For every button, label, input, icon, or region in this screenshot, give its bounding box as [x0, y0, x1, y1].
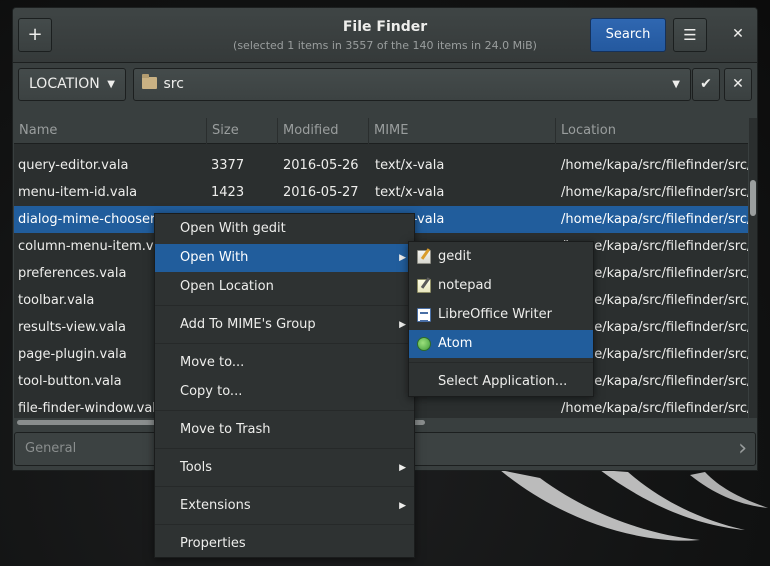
search-button[interactable]: Search — [590, 18, 666, 52]
submenu-item-libreoffice-writer[interactable]: LibreOffice Writer — [409, 301, 593, 329]
submenu-item-select-application[interactable]: Select Application... — [409, 368, 593, 396]
enable-filter-toggle[interactable]: ✔ — [692, 68, 720, 101]
column-header-modified[interactable]: Modified — [278, 118, 369, 144]
menu-item-move-to-trash[interactable]: Move to Trash — [155, 416, 414, 444]
submenu-arrow-icon: ▶ — [399, 501, 406, 511]
cell-modified: 2016-05-27 — [283, 185, 359, 200]
cell-name: menu-item-id.vala — [18, 185, 138, 200]
menu-item-label: Add To MIME's Group — [180, 317, 316, 332]
menu-item-move-to[interactable]: Move to... — [155, 349, 414, 377]
chevron-right-icon: › — [738, 436, 747, 461]
cell-location: /home/kapa/src/filefinder/src/ — [561, 212, 748, 227]
open-with-submenu: gedit notepad LibreOffice Writer Atom Se… — [408, 241, 594, 397]
column-header-size[interactable]: Size — [207, 118, 278, 144]
query-toolbar: LOCATION ▼ src ▼ ✔ ✕ — [13, 63, 757, 113]
expander-label: General — [25, 441, 77, 456]
list-header: Name Size Modified MIME Location — [14, 118, 748, 144]
submenu-arrow-icon: ▶ — [399, 463, 406, 473]
submenu-item-atom[interactable]: Atom — [409, 330, 593, 358]
cell-location: /home/kapa/src/filefinder/src/ — [561, 185, 748, 200]
close-icon: ✕ — [732, 76, 744, 92]
menu-item-label: Extensions — [180, 498, 251, 513]
notepad-icon — [417, 279, 431, 293]
location-path-combo[interactable]: src ▼ — [133, 68, 691, 101]
column-header-mime[interactable]: MIME — [369, 118, 556, 144]
header-bar: + File Finder (selected 1 items in 3557 … — [13, 8, 757, 63]
menu-item-label: Tools — [180, 460, 213, 475]
filter-type-dropdown[interactable]: LOCATION ▼ — [18, 68, 126, 101]
submenu-item-label: LibreOffice Writer — [438, 307, 552, 322]
column-header-location[interactable]: Location — [556, 118, 748, 144]
menu-item-tools[interactable]: Tools ▶ — [155, 454, 414, 482]
cell-name: query-editor.vala — [18, 158, 129, 173]
dropdown-arrow-icon: ▼ — [672, 79, 680, 90]
menu-item-copy-to[interactable]: Copy to... — [155, 378, 414, 406]
submenu-item-notepad[interactable]: notepad — [409, 272, 593, 300]
close-icon: ✕ — [732, 26, 744, 42]
submenu-item-label: notepad — [438, 278, 492, 293]
menu-button[interactable]: ☰ — [673, 18, 707, 52]
menu-item-open-location[interactable]: Open Location — [155, 273, 414, 301]
cell-size: 1423 — [211, 185, 245, 200]
dropdown-arrow-icon: ▼ — [107, 79, 115, 90]
vertical-scrollbar[interactable] — [749, 118, 757, 418]
add-button[interactable]: + — [18, 18, 52, 52]
context-menu: Open With gedit Open With ▶ Open Locatio… — [154, 213, 415, 558]
filter-type-label: LOCATION — [29, 76, 100, 92]
hamburger-icon: ☰ — [683, 26, 697, 44]
close-window-button[interactable]: ✕ — [721, 18, 755, 52]
submenu-item-label: Atom — [438, 336, 473, 351]
check-icon: ✔ — [700, 76, 712, 92]
scrollbar-thumb[interactable] — [750, 180, 756, 216]
menu-item-extensions[interactable]: Extensions ▶ — [155, 492, 414, 520]
table-row[interactable]: query-editor.vala 3377 2016-05-26 text/x-va… — [14, 152, 748, 179]
submenu-item-gedit[interactable]: gedit — [409, 243, 593, 271]
submenu-arrow-icon: ▶ — [399, 253, 406, 263]
menu-separator — [155, 410, 414, 411]
remove-filter-button[interactable]: ✕ — [724, 68, 752, 101]
menu-separator — [155, 343, 414, 344]
menu-separator — [155, 486, 414, 487]
menu-item-open-with[interactable]: Open With ▶ — [155, 244, 414, 272]
location-path-value: src — [163, 76, 184, 92]
cell-modified: 2016-05-26 — [283, 158, 359, 173]
menu-separator — [155, 305, 414, 306]
cell-mime: text/x-vala — [375, 185, 445, 200]
submenu-item-label: gedit — [438, 249, 472, 264]
menu-separator — [155, 448, 414, 449]
menu-item-label: Open With — [180, 250, 249, 265]
window-title: File Finder — [342, 19, 428, 35]
cell-location: /home/kapa/src/filefinder/src/ — [561, 158, 748, 173]
menu-item-add-to-mime-group[interactable]: Add To MIME's Group ▶ — [155, 311, 414, 339]
submenu-arrow-icon: ▶ — [399, 320, 406, 330]
cell-mime: text/x-vala — [375, 158, 445, 173]
menu-item-open-with-gedit[interactable]: Open With gedit — [155, 215, 414, 243]
atom-icon — [417, 337, 431, 351]
cell-size: 3377 — [211, 158, 245, 173]
window-subtitle: (selected 1 items in 3557 of the 140 ite… — [233, 39, 537, 52]
libreoffice-writer-icon — [417, 308, 431, 322]
table-row[interactable]: menu-item-id.vala 1423 2016-05-27 text/x-va… — [14, 179, 748, 206]
cell-location: /home/kapa/src/filefinder/src/ — [561, 401, 748, 416]
gedit-icon — [417, 250, 431, 264]
menu-item-properties[interactable]: Properties — [155, 530, 414, 558]
plus-icon: + — [27, 24, 43, 45]
menu-separator — [409, 362, 593, 363]
column-header-name[interactable]: Name — [14, 118, 207, 144]
folder-icon — [142, 74, 157, 89]
menu-separator — [155, 524, 414, 525]
